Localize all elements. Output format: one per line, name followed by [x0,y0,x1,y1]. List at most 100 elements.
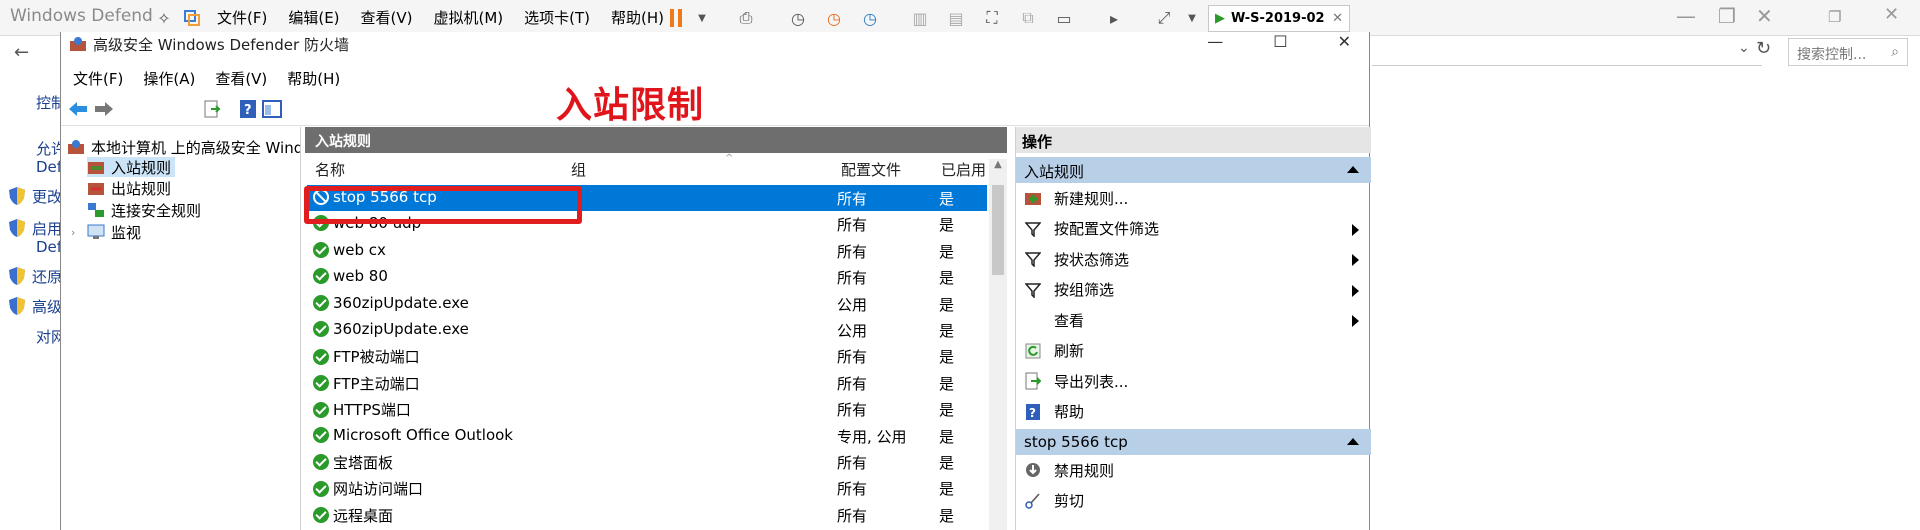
menu-file[interactable]: 文件(F) [73,68,123,89]
close-icon[interactable]: ✕ [1756,4,1773,28]
action-item[interactable]: 新建规则... [1016,183,1371,214]
table-row[interactable]: 远程桌面 所有 是 [307,502,987,528]
maximize-icon[interactable]: ☐ [1273,32,1287,51]
column-header-name[interactable]: 名称 [315,159,345,185]
menu-help[interactable]: 帮助(H) [287,68,340,89]
vmware-menu-tabs[interactable]: 选项卡(T) [524,7,590,28]
stretch-icon[interactable]: ⤢ [1152,6,1176,30]
cp-side-link[interactable]: Def [36,158,62,176]
back-arrow-icon[interactable]: ← [14,42,29,63]
rule-profile-cell: 所有 [837,242,868,261]
tree-item-outbound-rules[interactable]: 出站规则 [87,178,171,198]
minimize-icon[interactable]: — [1676,4,1696,28]
terminal-icon[interactable]: ▸ [1102,6,1126,30]
back-icon[interactable] [67,98,89,120]
table-row[interactable]: 360zipUpdate.exe 公用 是 [307,291,987,317]
table-row[interactable]: Microsoft Office Outlook 专用, 公用 是 [307,423,987,449]
vmware-menu-file[interactable]: 文件(F) [217,7,267,28]
actions-section-inbound[interactable]: 入站规则 [1016,157,1371,183]
table-row[interactable]: FTP主动端口 所有 是 [307,370,987,396]
address-bar[interactable] [1372,40,1762,66]
table-row[interactable]: 360zipUpdate.exe 公用 是 [307,317,987,343]
action-item[interactable]: 刷新 [1016,336,1371,367]
collapse-icon[interactable] [1347,166,1359,173]
action-item[interactable]: 剪切 [1016,486,1371,517]
close-icon[interactable]: ✕ [1884,4,1899,25]
thumbnail-icon[interactable]: ▤ [944,6,968,30]
table-row[interactable]: web cx 所有 是 [307,238,987,264]
vm-tab[interactable]: ▶ W-S-2019-02 ✕ [1208,5,1350,32]
export-icon[interactable] [201,98,223,120]
vmware-menu-edit[interactable]: 编辑(E) [288,7,339,28]
cp-side-label: 更改 [32,188,63,206]
snapshot-icon[interactable]: ◷ [786,6,810,30]
rule-name-cell: FTP主动端口 [313,373,420,394]
tree-root[interactable]: 本地计算机 上的高级安全 Windows Defender 防火墙 [67,137,300,157]
table-row[interactable]: web 80 所有 是 [307,264,987,290]
chevron-down-icon[interactable]: ⌄ [1738,40,1750,56]
collapse-icon[interactable] [1347,438,1359,445]
vmware-logo-icon[interactable] [180,6,204,30]
cp-side-link[interactable]: 启用 [8,218,62,239]
tree-item-connection-security-rules[interactable]: 连接安全规则 [87,200,201,220]
scroll-up-icon[interactable]: ▲ [989,159,1007,170]
column-header-profile[interactable]: 配置文件 [841,159,901,185]
action-item[interactable]: 按配置文件筛选 [1016,214,1371,245]
snapshot-manager-icon[interactable]: ◷ [858,6,882,30]
action-item[interactable]: 查看 [1016,305,1371,336]
console-view-icon[interactable]: ▭ [1052,6,1076,30]
help-icon[interactable]: ? [237,98,259,120]
minimize-icon[interactable]: — [1207,32,1223,51]
restore-icon[interactable]: ❐ [1828,8,1841,26]
menu-view[interactable]: 查看(V) [215,68,267,89]
table-row[interactable]: 宝塔面板 所有 是 [307,449,987,475]
pause-icon[interactable] [664,6,688,30]
actions-section-selected-rule[interactable]: stop 5566 tcp [1016,429,1371,455]
close-icon[interactable]: ✕ [1338,32,1351,51]
action-item[interactable]: 禁用规则 [1016,455,1371,486]
unity-icon[interactable]: ⧉ [1016,6,1040,30]
chevron-down-icon[interactable]: ▼ [690,6,714,30]
actions-list: 新建规则... 按配置文件筛选 按状态筛选 按组筛选 查看 刷新 导出列表...? 帮助 [1016,183,1371,427]
rule-profile-cell: 所有 [837,480,868,499]
column-header-enabled[interactable]: 已启用 [941,159,986,185]
refresh-icon[interactable]: ↻ [1756,38,1771,59]
forward-icon[interactable] [93,98,115,120]
vertical-scrollbar[interactable]: ▲ [989,159,1007,530]
action-item[interactable]: ? 帮助 [1016,397,1371,428]
tree-item-monitoring[interactable]: › 监视 [71,222,141,242]
pin-icon[interactable]: ✧ [152,6,176,30]
restore-icon[interactable]: ❐ [1718,4,1736,28]
column-header-group[interactable]: 组 [571,159,586,185]
rule-enabled-cell: 是 [939,348,955,367]
cp-side-link[interactable]: 还原 [8,266,62,287]
sidebar-icon[interactable]: ▥ [908,6,932,30]
table-row[interactable]: FTP被动端口 所有 是 [307,343,987,369]
table-row[interactable]: 网站访问端口 所有 是 [307,475,987,501]
close-icon[interactable]: ✕ [1332,11,1343,26]
fullscreen-icon[interactable]: ⛶ [980,6,1004,30]
tree-root-label: 本地计算机 上的高级安全 Windows Defender 防火墙 [91,138,300,157]
section-title: 入站规则 [1024,163,1085,181]
menu-action[interactable]: 操作(A) [143,68,195,89]
section-title: stop 5566 tcp [1024,433,1128,451]
cp-side-link[interactable]: 高级 [8,296,62,317]
action-item[interactable]: 导出列表... [1016,366,1371,397]
vmware-menu-view[interactable]: 查看(V) [361,7,413,28]
rule-name: 远程桌面 [333,506,394,525]
chevron-down-icon[interactable]: ▼ [1180,6,1204,30]
search-input[interactable]: 搜索控制... ⌕ [1788,38,1908,66]
cp-side-link[interactable]: Def [36,238,62,256]
table-row[interactable]: HTTPS端口 所有 是 [307,396,987,422]
vmware-menu-help[interactable]: 帮助(H) [611,7,664,28]
vmware-menu-vm[interactable]: 虚拟机(M) [434,7,504,28]
send-keys-icon[interactable]: ⎙ [734,6,758,30]
action-item[interactable]: 按组筛选 [1016,275,1371,306]
action-item[interactable]: 按状态筛选 [1016,244,1371,275]
chevron-right-icon[interactable]: › [71,226,81,239]
tree-item-inbound-rules[interactable]: 入站规则 [87,157,176,177]
revert-snapshot-icon[interactable]: ◷ [822,6,846,30]
cp-side-link[interactable]: 更改 [8,186,62,207]
show-hide-pane-icon[interactable] [261,98,283,120]
scrollbar-thumb[interactable] [992,185,1004,275]
